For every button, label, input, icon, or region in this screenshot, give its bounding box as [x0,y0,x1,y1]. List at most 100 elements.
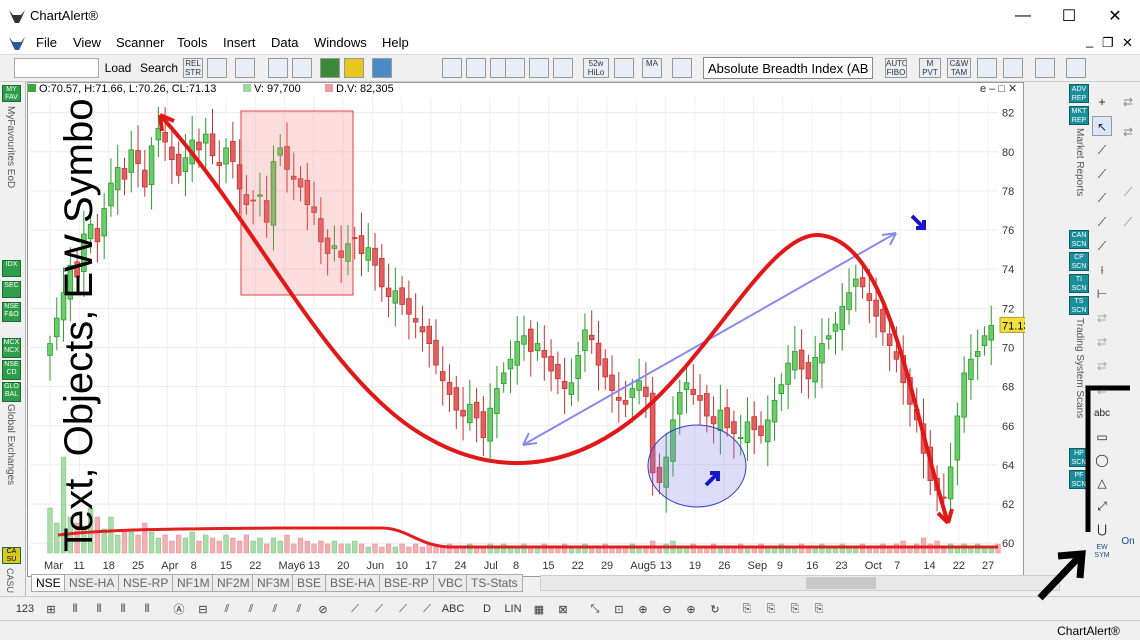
wy-icon[interactable] [505,58,525,78]
globe-icon[interactable] [442,58,462,78]
menu-data[interactable]: Data [271,35,298,50]
bottom-tool-24[interactable]: ⊕ [632,600,654,618]
bottom-tool-2[interactable]: ⫴ [64,600,86,618]
cam-button[interactable]: C&W TAM [947,58,971,78]
bottom-tool-25[interactable]: ⊖ [656,600,678,618]
side-tool-3[interactable]: ⟋ [1118,182,1138,202]
can-scan-button[interactable]: CAN SCN [1069,230,1089,249]
menu-scanner[interactable]: Scanner [116,35,164,50]
bottom-tool-28[interactable]: ⎘ [736,600,758,618]
dw-icon[interactable] [320,58,340,78]
grid-icon[interactable] [466,58,486,78]
tab-vbc[interactable]: VBC [433,574,468,592]
sl-line-tool[interactable]: ⟋ [1092,164,1112,184]
star-icon[interactable] [1003,58,1023,78]
relative-strength-button[interactable]: REL STR [183,58,203,78]
arrow-tool-1[interactable]: ⇄ [1092,308,1112,328]
bottom-tool-21[interactable]: ⊠ [552,600,574,618]
menu-windows[interactable]: Windows [314,35,367,50]
menu-file[interactable]: File [36,35,57,50]
tab-nse-ha[interactable]: NSE-HA [64,574,120,592]
child-close-button[interactable]: ✕ [1122,35,1133,51]
sort-icon[interactable] [614,58,634,78]
bottom-tool-27[interactable]: ↻ [704,600,726,618]
price-chart[interactable]: 606264666870727476788082Mar 11 18 25 Apr 8 15 2… [28,83,1031,578]
candle-icon[interactable] [553,58,573,78]
my-icon[interactable] [372,58,392,78]
ts-scan-button[interactable]: TS SCN [1069,296,1089,315]
bottom-tool-20[interactable]: ▦ [528,600,550,618]
bottom-tool-1[interactable]: ⊞ [40,600,62,618]
bottom-tool-3[interactable]: ⫴ [88,600,110,618]
load-button[interactable]: Load [102,58,134,78]
bars-icon-2[interactable] [1035,58,1055,78]
copy-icon[interactable] [292,58,312,78]
search-button[interactable]: Search [140,58,178,78]
sidebar-btn-casu[interactable]: CA SU [2,547,21,564]
bottom-tool-17[interactable]: ABC [440,600,466,618]
chart-window-controls[interactable]: e – □ ✕ [980,82,1017,95]
bottom-tool-31[interactable]: ⎘ [808,600,830,618]
pointer-tool[interactable]: ↖ [1092,116,1112,136]
sidebar-btn-idx[interactable]: IDX [2,260,21,277]
tab-ts-stats[interactable]: TS-Stats [466,574,523,592]
bottom-tool-11[interactable]: ⫽ [288,600,310,618]
sl-line-tool-3[interactable]: ⟋ [1092,212,1112,232]
minimize-button[interactable]: — [1000,0,1046,32]
child-minimize-button[interactable]: _ [1086,33,1093,48]
symbol-input[interactable] [14,58,99,78]
bottom-tool-6[interactable]: Ⓐ [168,600,190,618]
bottom-tool-29[interactable]: ⎘ [760,600,782,618]
bottom-tool-5[interactable]: ⫴ [136,600,158,618]
bottom-tool-19[interactable]: LIN [500,600,526,618]
signal-icon[interactable] [977,58,997,78]
scrollbar-thumb[interactable] [806,577,876,589]
menu-help[interactable]: Help [382,35,409,50]
sl-line-tool-2[interactable]: ⟋ [1092,188,1112,208]
tab-nf2m[interactable]: NF2M [212,574,255,592]
menu-tools[interactable]: Tools [177,35,207,50]
adv-report-button[interactable]: ADV REP [1069,84,1089,103]
side-tool-4[interactable]: ⟋ [1118,212,1138,232]
triangle-icon[interactable] [1066,58,1086,78]
bottom-tool-8[interactable]: ⫽ [216,600,238,618]
favourites-button[interactable]: MY FAV [2,85,21,102]
menu-view[interactable]: View [73,35,101,50]
tab-bse-rp[interactable]: BSE-RP [379,574,434,592]
sidebar-btn-sec[interactable]: SEC [2,281,21,298]
chart-area[interactable]: 60 62 64 66 68 70 72 74 76 78 80 82 Mar 11 18 25 Apr 8 15 2… [27,82,1031,578]
print-icon[interactable] [268,58,288,78]
horizontal-scrollbar[interactable] [540,575,1060,591]
bottom-tool-12[interactable]: ⊘ [312,600,334,618]
sl-line-tool-4[interactable]: ⟋ [1092,236,1112,256]
tab-nf1m[interactable]: NF1M [172,574,215,592]
tab-nse[interactable]: NSE [31,574,66,592]
bottom-tool-22[interactable]: ⤡ [584,600,606,618]
bottom-tool-0[interactable]: 123 [12,600,38,618]
horizontal-line-tool[interactable]: ⊢ [1092,284,1112,304]
tab-nf3m[interactable]: NF3M [252,574,295,592]
tab-nse-rp[interactable]: NSE-RP [118,574,174,592]
bottom-tool-30[interactable]: ⎘ [784,600,806,618]
bottom-tool-4[interactable]: ⫴ [112,600,134,618]
bottom-tool-9[interactable]: ⫽ [240,600,262,618]
side-tool-2[interactable]: ⇄ [1118,122,1138,142]
bars-icon[interactable] [529,58,549,78]
cp-scan-button[interactable]: CP SCN [1069,252,1089,271]
indicator-select[interactable]: Absolute Breadth Index (AB [703,57,873,79]
bottom-tool-26[interactable]: ⊕ [680,600,702,618]
moving-average-button[interactable]: MA [642,58,662,78]
bottom-tool-10[interactable]: ⫽ [264,600,286,618]
tab-bse-ha[interactable]: BSE-HA [325,574,380,592]
auto-fibo-button[interactable]: AUTO FIBO [885,58,907,78]
crosshair-tool[interactable]: + [1092,92,1112,112]
save-icon[interactable] [235,58,255,78]
sidebar-btn-nse-fo[interactable]: NSE F&O [2,302,21,322]
trendline-tool[interactable]: ⟋ [1092,140,1112,160]
child-restore-button[interactable]: ❐ [1102,35,1114,51]
diamond-icon[interactable] [344,58,364,78]
maximize-button[interactable]: ☐ [1046,0,1092,32]
indicator-icon[interactable] [672,58,692,78]
sidebar-btn-mcx[interactable]: MCX NCX [2,338,21,358]
ti-scan-button[interactable]: TI SCN [1069,274,1089,293]
